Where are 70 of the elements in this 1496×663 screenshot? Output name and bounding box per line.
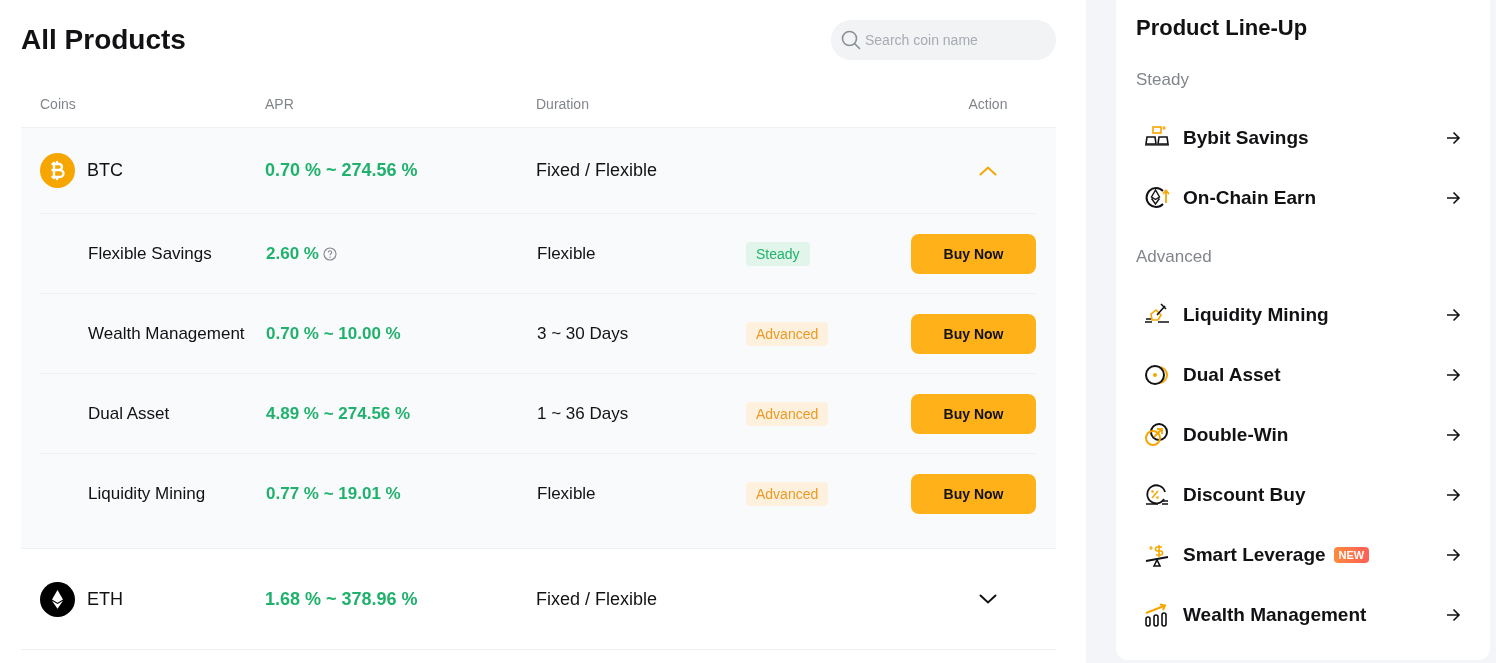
duration: Fixed / Flexible [536,588,659,610]
product-name: Wealth Management [87,323,246,344]
arrow-right-icon [1446,131,1461,145]
risk-tag: Advanced [746,401,829,426]
percent-coin-icon [1144,482,1170,508]
arrow-right-icon [1446,308,1461,322]
column-header: Action [968,95,1008,112]
page-title: All Products [21,24,186,56]
coin-name: BTC [87,160,123,181]
search-field[interactable]: Search coin name [831,20,1056,60]
product-line-item[interactable]: Bybit Savings [1116,108,1490,168]
duration: 1 ~ 36 Days [537,403,630,424]
product-line-item[interactable]: Liquidity Mining [1116,285,1490,345]
buy-now-button[interactable]: Buy Now [911,313,1036,354]
apr-value: 4.89 % ~ 274.56 % [266,403,411,424]
product-line-item[interactable]: Wealth Management [1116,585,1490,645]
product-line-item[interactable]: Double-Win [1116,405,1490,465]
product-name: Liquidity Mining [87,483,207,504]
risk-tag: Advanced [746,321,829,346]
product-name: Dual Asset [87,403,171,424]
product-line-label: On-Chain Earn [1183,187,1316,209]
duration: Flexible [537,483,597,504]
product-line-item[interactable]: Discount Buy [1116,465,1490,525]
apr-value: 0.77 % ~ 19.01 % [266,483,401,504]
column-header: APR [265,95,295,112]
ethereum-icon [40,581,75,617]
section-heading: Steady [1136,70,1189,90]
product-line-label: Bybit Savings [1183,127,1309,149]
product-line-item[interactable]: Dual Asset [1116,345,1490,405]
growth-chart-icon [1144,602,1170,628]
column-header: Coins [40,95,77,112]
apr-range: 0.70 % ~ 274.56 % [265,160,419,181]
arrow-right-icon [1446,368,1461,382]
product-line-label: Discount Buy [1183,484,1306,506]
column-header: Duration [536,95,590,112]
coin-arrow-icon [1144,185,1170,211]
section-heading: Advanced [1136,247,1212,267]
search-icon [841,30,861,50]
apr-range: 1.68 % ~ 378.96 % [265,588,419,610]
arrow-right-icon [1446,428,1461,442]
buy-now-button[interactable]: Buy Now [911,233,1036,274]
apr-value: 0.70 % ~ 10.00 % [266,323,401,344]
bitcoin-icon [40,153,75,188]
risk-tag: Advanced [746,481,829,506]
product-line-label: Dual Asset [1183,364,1281,386]
product-line-label: Double-Win [1183,424,1289,446]
arrow-right-icon [1446,488,1461,502]
coin-name: ETH [87,588,123,610]
product-line-label: Smart Leverage [1183,544,1326,566]
panel-title: Product Line-Up [1135,14,1309,42]
dual-coin-icon [1144,362,1170,388]
product-line-item[interactable]: Smart Leverage NEW [1116,525,1490,585]
product-line-label: Wealth Management [1183,604,1367,626]
chevron-down-icon[interactable] [979,594,997,604]
duration: Flexible [537,243,597,264]
arrow-right-icon [1446,608,1461,622]
buy-now-button[interactable]: Buy Now [911,473,1036,514]
coin-arrow-icon [1144,422,1170,448]
apr-value: 2.60 % [266,243,319,264]
buy-now-button[interactable]: Buy Now [911,393,1036,434]
seesaw-icon [1144,542,1170,568]
arrow-right-icon [1446,548,1461,562]
risk-tag: Steady [746,241,810,266]
new-badge: NEW [1333,547,1370,563]
product-line-label: Liquidity Mining [1183,304,1329,326]
product-line-item[interactable]: On-Chain Earn [1116,168,1490,228]
product-name: Flexible Savings [87,243,213,264]
duration: Fixed / Flexible [536,160,659,181]
duration: 3 ~ 30 Days [537,323,630,344]
arrow-right-icon [1446,191,1461,205]
